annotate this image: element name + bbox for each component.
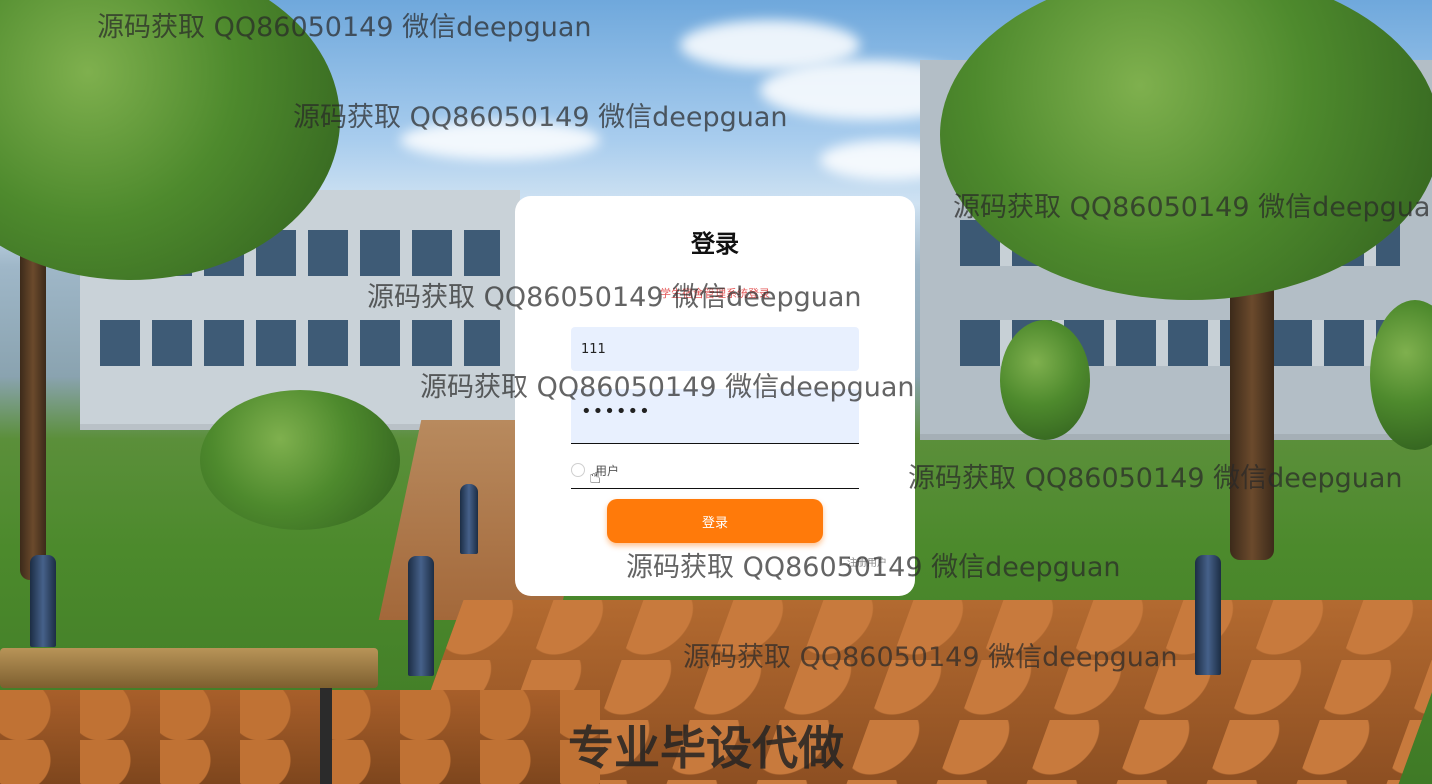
role-radio-user[interactable] <box>571 463 585 477</box>
paving-stones <box>0 690 600 784</box>
system-subtitle: 学生宿舍管理系统登录 <box>660 287 770 300</box>
role-selector: 用户 <box>571 452 859 489</box>
bollard <box>460 484 478 554</box>
bollard <box>408 556 434 676</box>
bench <box>0 648 378 688</box>
cloud <box>400 120 600 160</box>
bench-leg <box>320 688 332 784</box>
hand-pointer-icon: ☝ <box>589 464 602 488</box>
bollard <box>30 555 56 647</box>
bollard <box>1195 555 1221 675</box>
tree-trunk <box>20 240 46 580</box>
bush <box>200 390 400 530</box>
username-input[interactable] <box>571 327 859 371</box>
login-title: 登录 <box>691 230 739 258</box>
login-card: 登录 学生宿舍管理系统登录 用户 ☝ 登录 注册用户 <box>515 196 915 596</box>
footer-watermark: 专业毕设代做 <box>568 721 844 775</box>
login-button[interactable]: 登录 <box>607 499 823 543</box>
password-input[interactable] <box>571 389 859 444</box>
tree-trunk <box>1230 260 1274 560</box>
bush <box>1000 320 1090 440</box>
register-link[interactable]: 注册用户 <box>847 554 887 569</box>
building-windows <box>100 320 500 366</box>
